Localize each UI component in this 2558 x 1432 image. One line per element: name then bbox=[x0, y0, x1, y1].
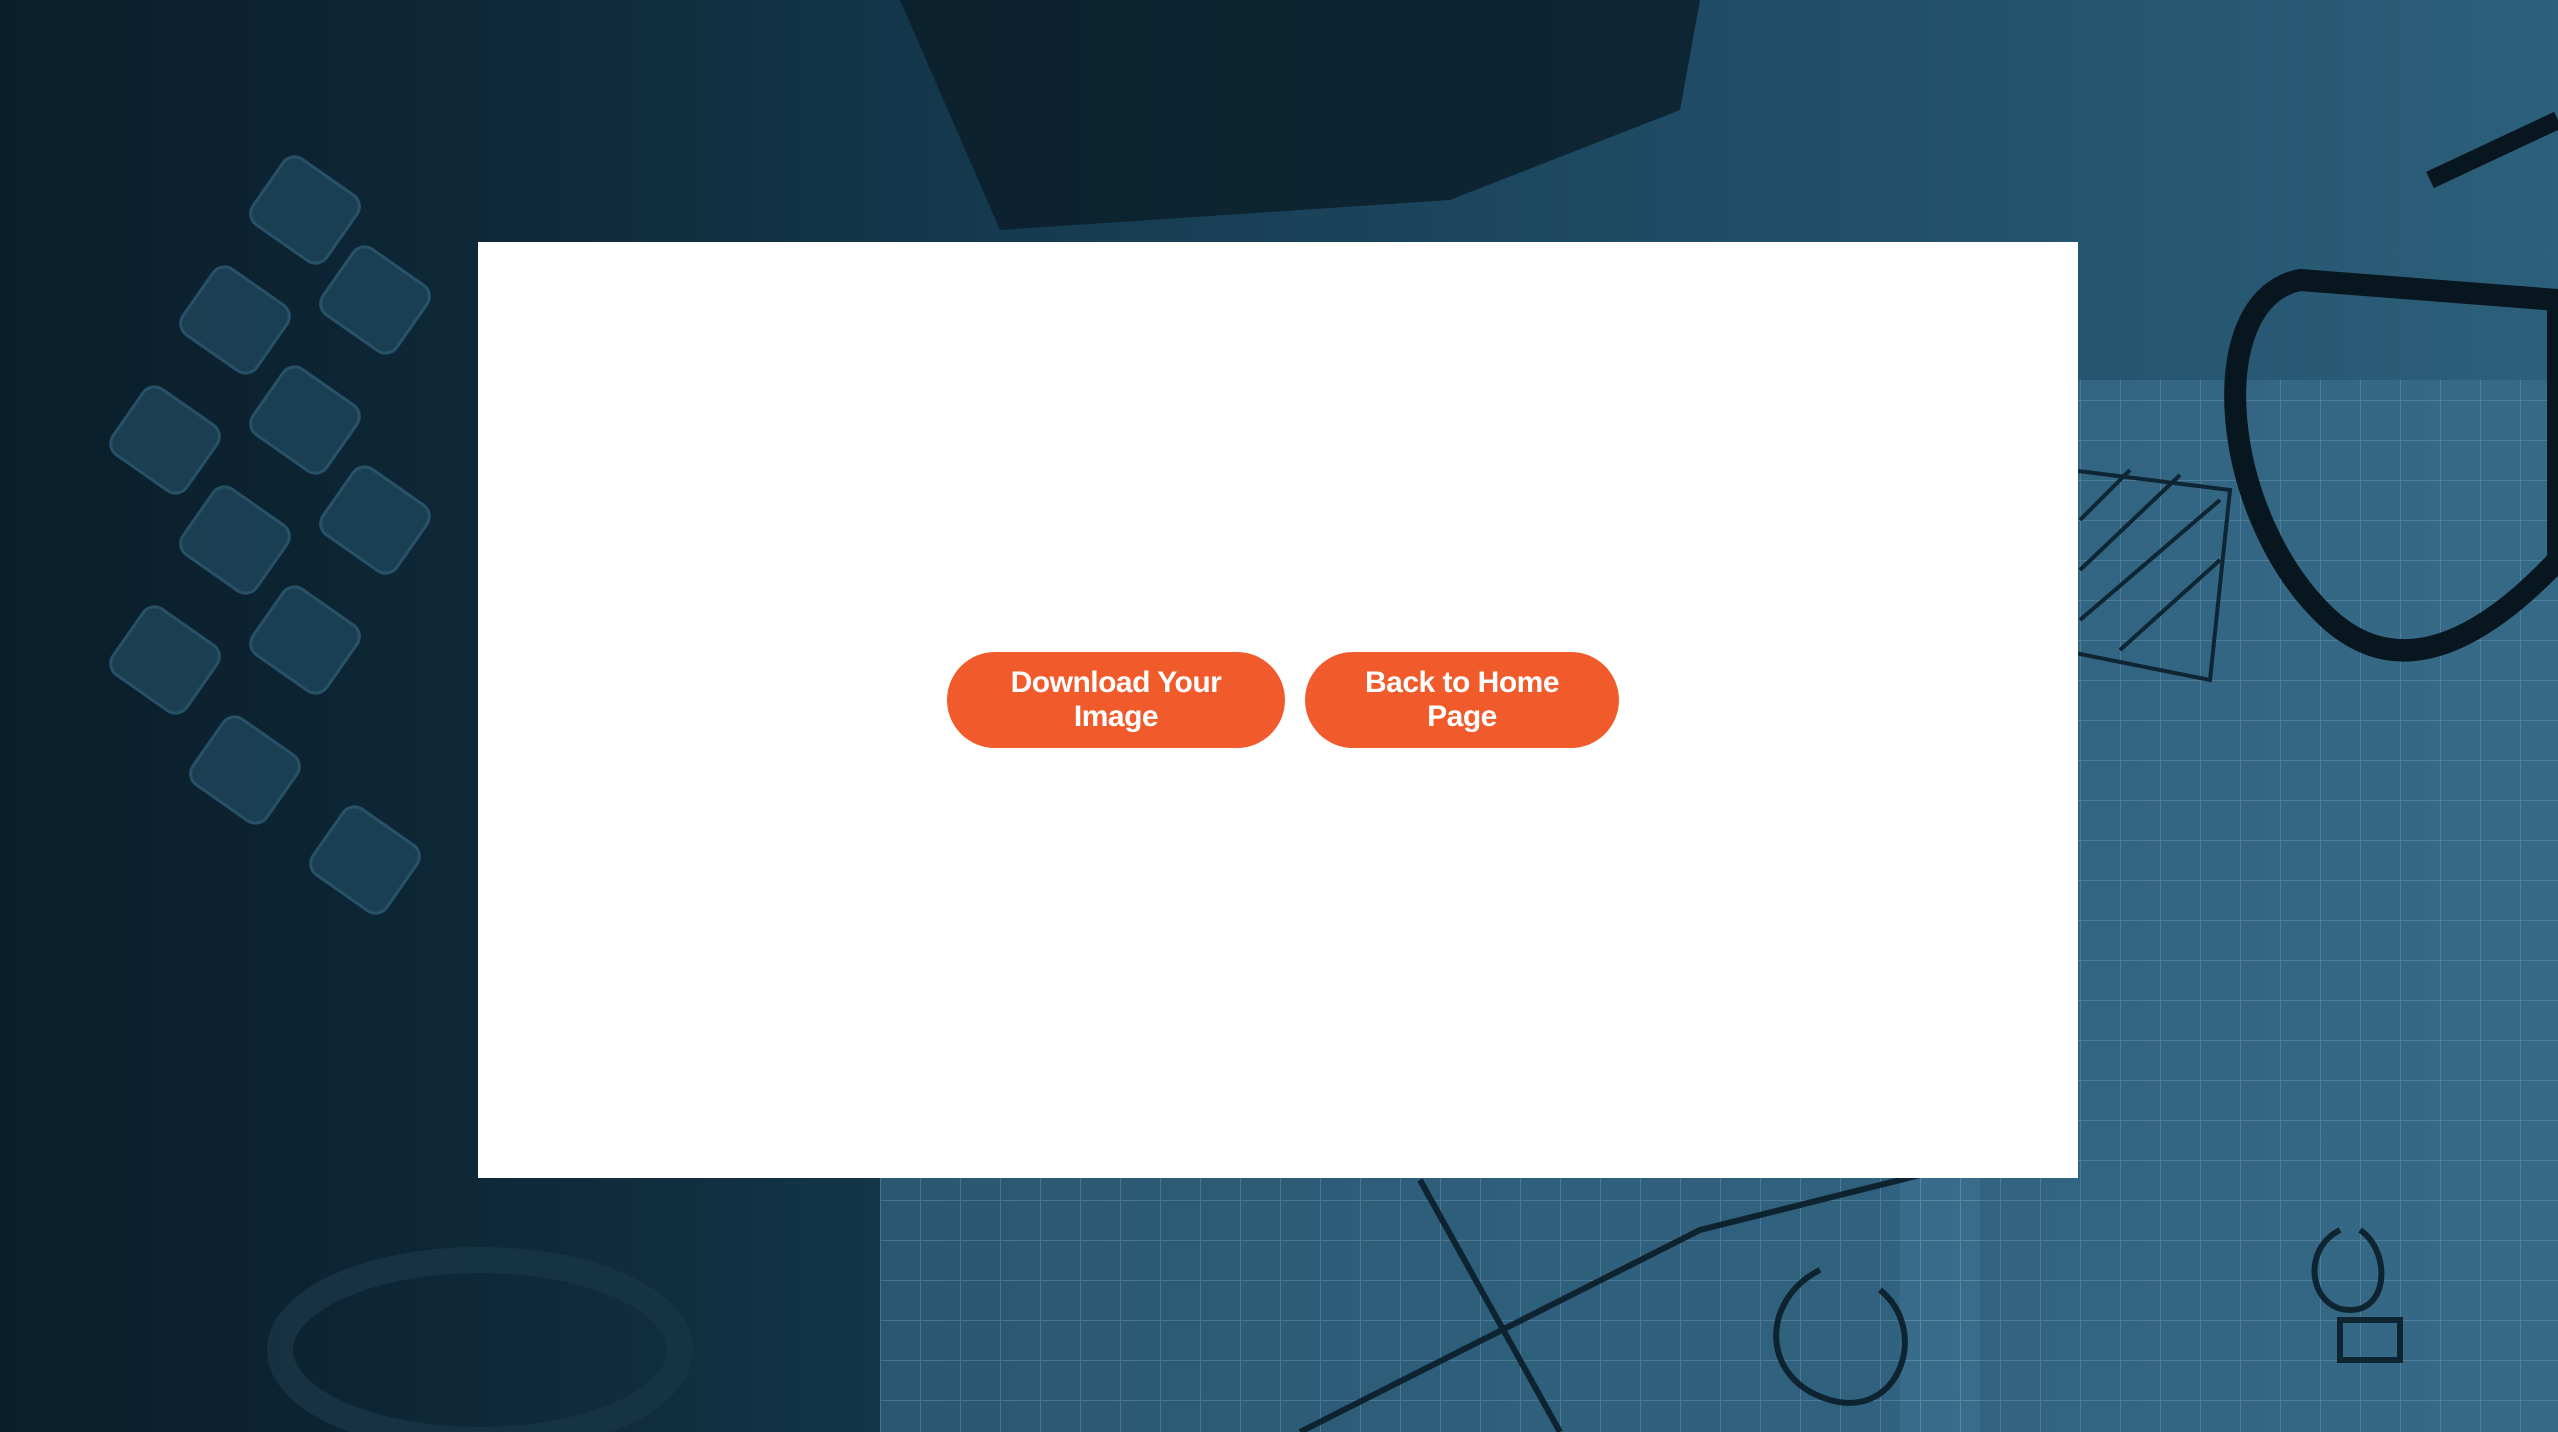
download-dialog: Download Your Image Back to Home Page bbox=[478, 242, 2078, 1178]
download-image-button[interactable]: Download Your Image bbox=[947, 652, 1285, 748]
action-buttons: Download Your Image Back to Home Page bbox=[478, 652, 2078, 748]
back-to-home-button[interactable]: Back to Home Page bbox=[1305, 652, 1619, 748]
